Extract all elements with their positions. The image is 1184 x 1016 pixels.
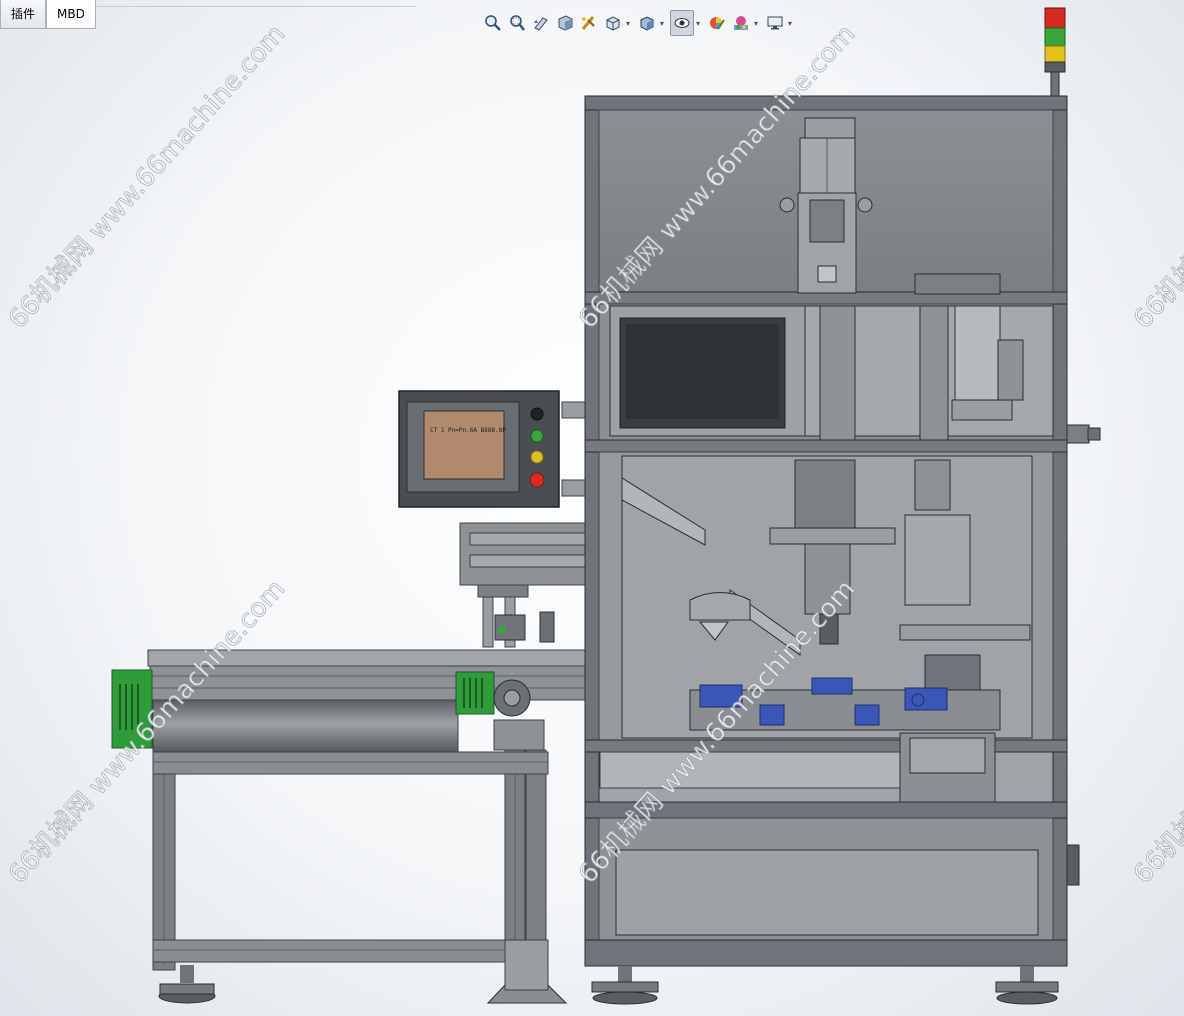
tab-plugins[interactable]: 插件 <box>0 0 47 29</box>
watermark: 66机械网 www.66machine.com <box>1128 574 1184 890</box>
conveyor-table <box>111 649 591 1004</box>
heads-up-view-toolbar: ▾ ▾ ▾ ▾ ▾ <box>482 10 796 36</box>
view-orientation-icon[interactable] <box>602 11 624 35</box>
command-manager-tabs: 插件 MBD <box>0 0 416 30</box>
view-settings-dropdown-icon[interactable]: ▾ <box>788 19 796 28</box>
apply-scene-icon[interactable] <box>730 11 752 35</box>
display-style-dropdown-icon[interactable]: ▾ <box>660 19 668 28</box>
edit-appearance-icon[interactable] <box>706 11 728 35</box>
watermark: 66机械网 www.66machine.com <box>3 574 291 890</box>
previous-view-icon[interactable] <box>530 11 552 35</box>
hide-show-dropdown-icon[interactable]: ▾ <box>696 19 704 28</box>
apply-scene-dropdown-icon[interactable]: ▾ <box>754 19 762 28</box>
section-view-icon[interactable] <box>554 11 576 35</box>
watermark: 66机械网 www.66machine.com <box>573 574 861 890</box>
graphics-area[interactable]: CT 1 Pn=Pn.6A B888.8P 66机械网 www.66machin… <box>0 0 1184 1016</box>
view-orientation-dropdown-icon[interactable]: ▾ <box>626 19 634 28</box>
watermark-overlay: 66机械网 www.66machine.com 66机械网 www.66mach… <box>3 19 1184 890</box>
gantry-arm <box>459 522 771 648</box>
signal-tower <box>1044 7 1066 97</box>
hmi-screen-text: CT 1 Pn=Pn.6A B888.8P <box>430 427 506 434</box>
tab-mbd[interactable]: MBD <box>46 0 96 29</box>
view-settings-icon[interactable] <box>764 11 786 35</box>
machine-cabinet <box>584 95 1101 1005</box>
zoom-to-fit-icon[interactable] <box>482 11 504 35</box>
hmi-control-box: CT 1 Pn=Pn.6A B888.8P <box>398 390 589 508</box>
dynamic-annotation-icon[interactable] <box>578 11 600 35</box>
watermark: 66机械网 www.66machine.com <box>573 19 861 335</box>
watermark: 66机械网 www.66machine.com <box>3 19 291 335</box>
display-style-icon[interactable] <box>636 11 658 35</box>
watermark: 66机械网 www.66machine.com <box>1128 19 1184 335</box>
hide-show-items-icon[interactable] <box>670 10 694 36</box>
tab-strip-rule <box>95 0 416 7</box>
zoom-area-icon[interactable] <box>506 11 528 35</box>
